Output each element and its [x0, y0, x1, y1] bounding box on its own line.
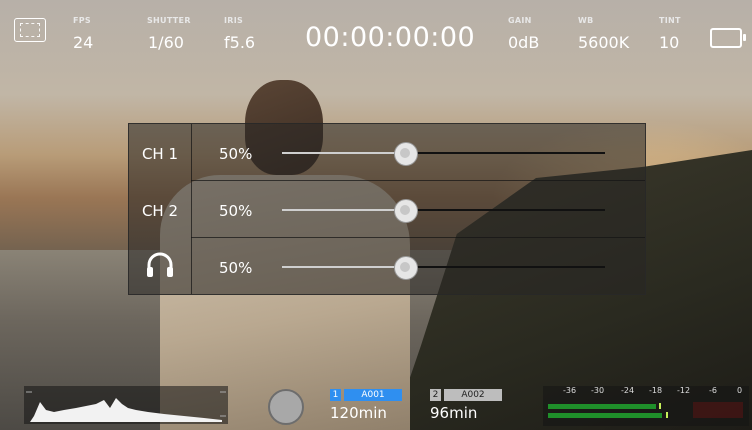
card1-slot-number: 1 — [330, 389, 341, 401]
meter-scale-label: -30 — [591, 386, 605, 395]
iris-label: IRIS — [224, 16, 244, 25]
ch1-level-text: 50% — [219, 145, 253, 163]
histogram-graph — [26, 391, 226, 422]
meter-peak-ch2 — [666, 412, 668, 418]
iris-value: f5.6 — [224, 33, 256, 52]
card2-slot-number: 2 — [430, 389, 441, 401]
audio-row-headphones: 50% — [129, 238, 645, 294]
card1-remaining-time: 120min — [330, 404, 387, 422]
meter-scale-label: -18 — [649, 386, 663, 395]
fps-value: 24 — [73, 33, 94, 52]
headphones-level-text: 50% — [219, 259, 253, 277]
timecode[interactable]: 00:00:00:00 — [305, 22, 475, 53]
shutter-value: 1/60 — [148, 33, 184, 52]
camera-screen: FPS 24 SHUTTER 1/60 IRIS f5.6 00:00:00:0… — [0, 0, 752, 430]
shutter-label: SHUTTER — [147, 16, 191, 25]
tint-value: 10 — [659, 33, 680, 52]
meter-scale-label: -24 — [621, 386, 635, 395]
headphones-slider-track[interactable] — [282, 266, 605, 268]
ch1-slider-fill — [282, 152, 405, 154]
headphones-slider-knob[interactable] — [393, 256, 418, 280]
card2-remaining-time: 96min — [430, 404, 478, 422]
meter-bar-ch2 — [548, 413, 662, 418]
card2-clip-name: A002 — [444, 389, 502, 401]
meter-scale-label: -36 — [563, 386, 577, 395]
card1-clip-name: A001 — [344, 389, 402, 401]
meter-scale-label: -6 — [709, 386, 717, 395]
headphones-icon[interactable] — [145, 252, 175, 282]
meter-bar-ch1 — [548, 404, 656, 409]
card-slot-2[interactable]: 2 A002 — [430, 389, 502, 403]
audio-row-ch1: CH 1 50% — [129, 124, 645, 180]
wb-value: 5600K — [578, 33, 630, 52]
battery-icon — [710, 28, 746, 48]
ch1-slider-knob[interactable] — [393, 142, 418, 166]
meter-red-zone — [693, 402, 743, 418]
ch2-slider-track[interactable] — [282, 209, 605, 211]
audio-meter[interactable]: -36 -30 -24 -18 -12 -6 0 — [543, 386, 749, 426]
tint-label: TINT — [659, 16, 681, 25]
meter-scale-label: -12 — [677, 386, 691, 395]
ch1-label[interactable]: CH 1 — [129, 145, 191, 163]
meter-peak-ch1 — [659, 403, 661, 409]
gain-value: 0dB — [508, 33, 540, 52]
record-button[interactable] — [268, 389, 304, 425]
frame-guides-icon[interactable] — [14, 18, 46, 42]
audio-levels-panel: CH 1 50% CH 2 50% 50% — [128, 123, 646, 295]
meter-scale-label: 0 — [737, 386, 743, 395]
ch2-label[interactable]: CH 2 — [129, 202, 191, 220]
audio-row-ch2: CH 2 50% — [129, 181, 645, 237]
card-slot-1[interactable]: 1 A001 — [330, 389, 402, 403]
ch2-slider-knob[interactable] — [393, 199, 418, 223]
gain-label: GAIN — [508, 16, 532, 25]
ch1-slider-track[interactable] — [282, 152, 605, 154]
fps-label: FPS — [73, 16, 91, 25]
ch2-level-text: 50% — [219, 202, 253, 220]
histogram[interactable] — [24, 386, 228, 424]
wb-label: WB — [578, 16, 594, 25]
headphones-slider-fill — [282, 266, 405, 268]
ch2-slider-fill — [282, 209, 405, 211]
